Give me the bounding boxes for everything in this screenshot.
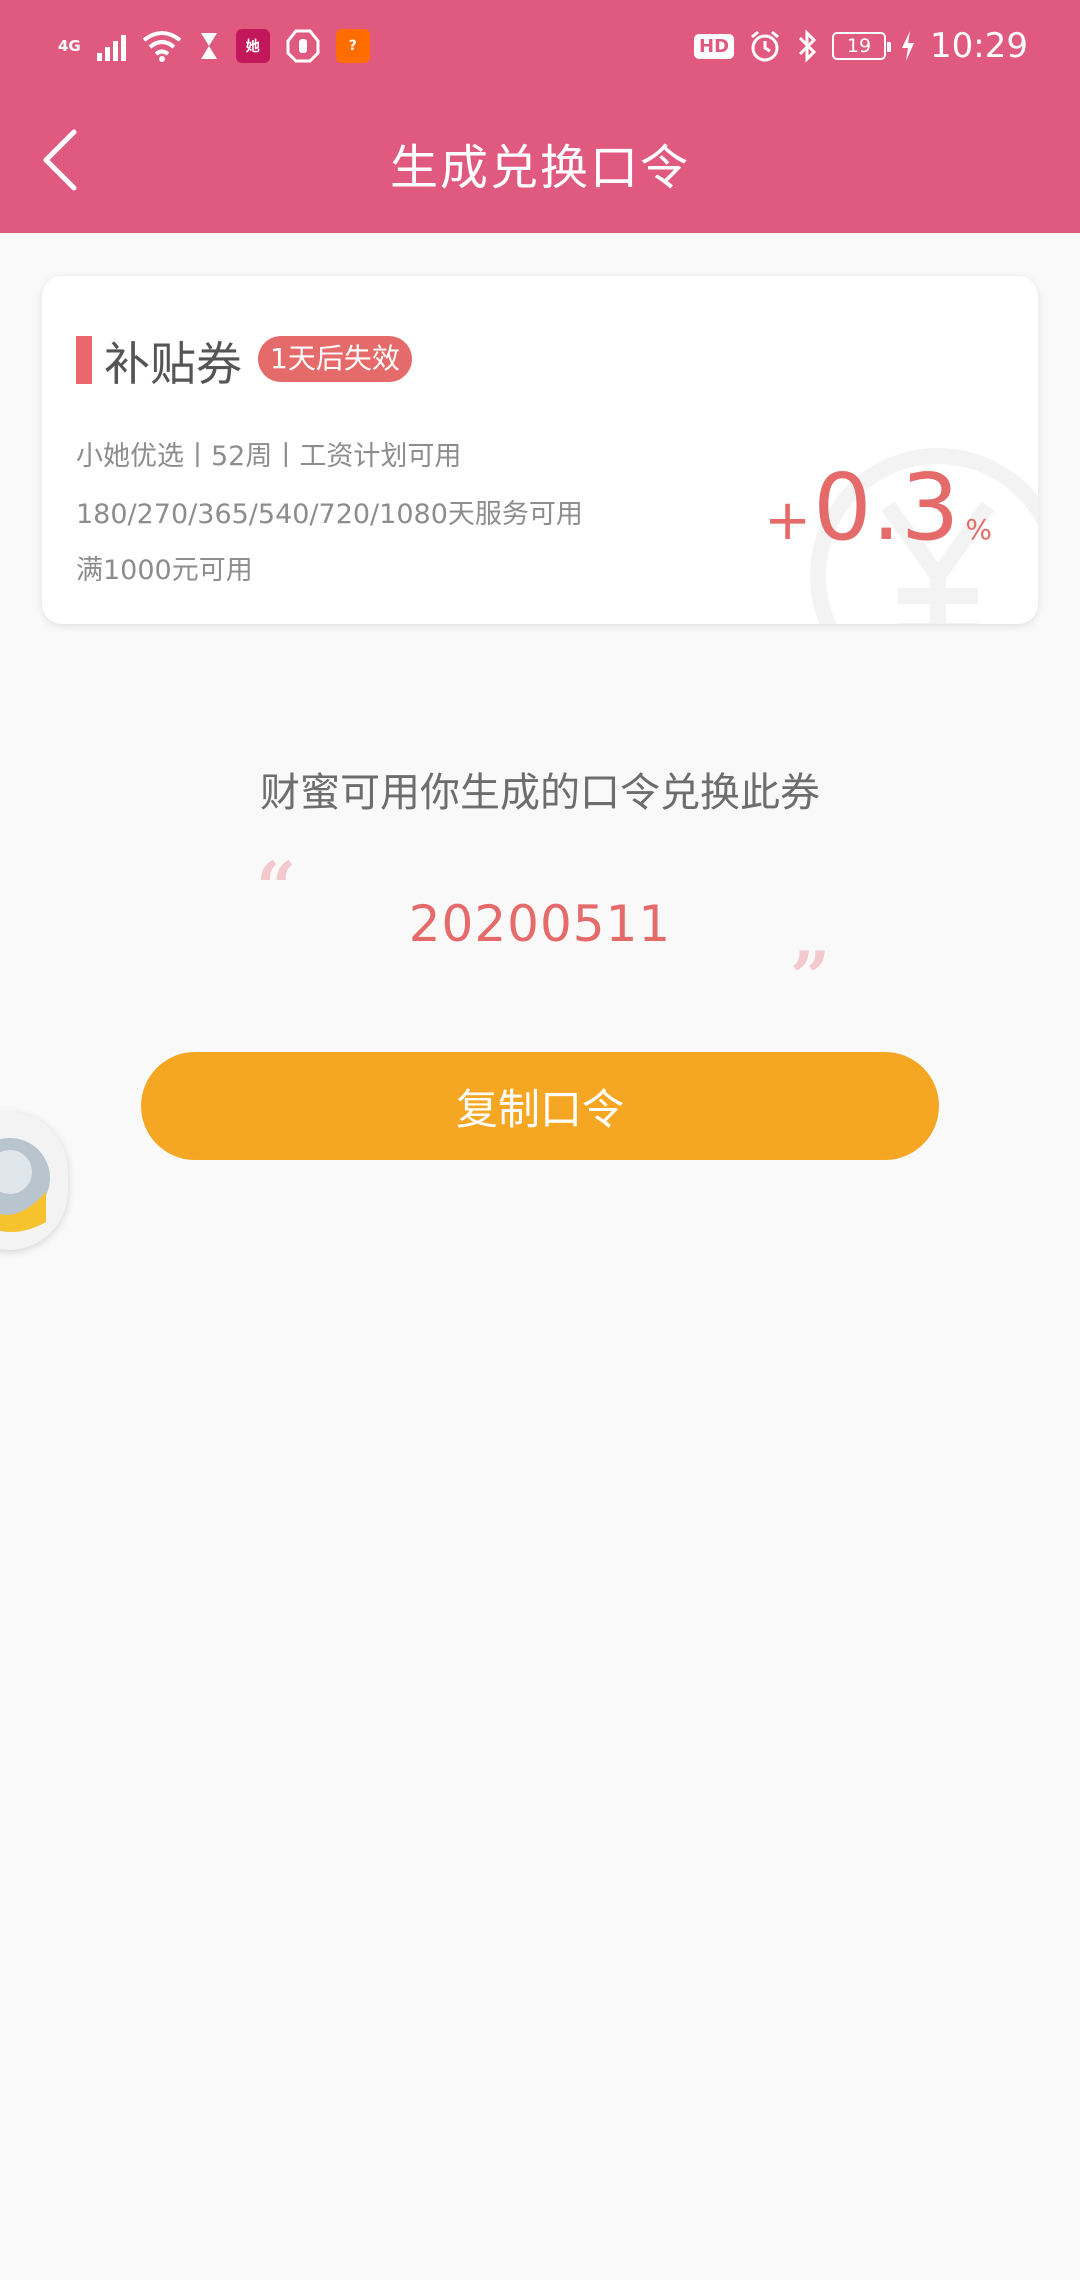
coupon-value-number: 0.3 [813, 454, 960, 561]
signal-icon [96, 31, 126, 61]
battery-indicator: 19 [832, 32, 892, 60]
redeem-code: 20200511 [408, 895, 672, 953]
coupon-value-sign: + [764, 488, 812, 553]
app-header: 4G 她 ? HD 19 10:29 生成兑换口令 [0, 0, 1080, 233]
close-quote-icon: ” [790, 936, 831, 1019]
app-notification-icon: 她 [235, 29, 270, 63]
coupon-value-unit: % [965, 513, 992, 546]
page-title: 生成兑换口令 [389, 140, 690, 196]
charging-icon [902, 31, 915, 61]
status-bar-left: 4G 她 ? [58, 22, 370, 70]
wifi-icon [142, 31, 181, 62]
hand-icon [286, 29, 320, 63]
redeem-prompt: 财蜜可用你生成的口令兑换此券 [260, 770, 820, 816]
coupon-accent-bar [76, 336, 92, 384]
coupon-usage-line-3: 满1000元可用 [76, 555, 253, 586]
hd-badge: HD [694, 33, 735, 59]
expiry-badge: 1天后失效 [258, 336, 412, 382]
assistant-avatar-icon [0, 1138, 50, 1232]
coupon-usage-line-1: 小她优选丨52周丨工资计划可用 [76, 441, 462, 472]
coupon-usage-line-2: 180/270/365/540/720/1080天服务可用 [76, 499, 583, 530]
status-clock: 10:29 [930, 26, 1028, 66]
copy-code-button[interactable]: 复制口令 [141, 1052, 939, 1160]
floating-assistant-button[interactable] [0, 1112, 68, 1250]
coupon-value: + 0.3 % [764, 462, 992, 554]
ear-app-icon: ? [335, 29, 370, 63]
status-bar-right: HD 19 10:29 [694, 22, 1028, 70]
bluetooth-icon [798, 29, 817, 63]
coupon-card: 补贴券 1天后失效 小她优选丨52周丨工资计划可用 180/270/365/54… [42, 276, 1038, 624]
network-type-label: 4G [58, 37, 81, 55]
coupon-name: 补贴券 [104, 337, 242, 391]
hourglass-icon [200, 33, 217, 59]
status-bar: 4G 她 ? HD 19 10:29 [0, 0, 1080, 92]
alarm-icon [751, 30, 779, 62]
